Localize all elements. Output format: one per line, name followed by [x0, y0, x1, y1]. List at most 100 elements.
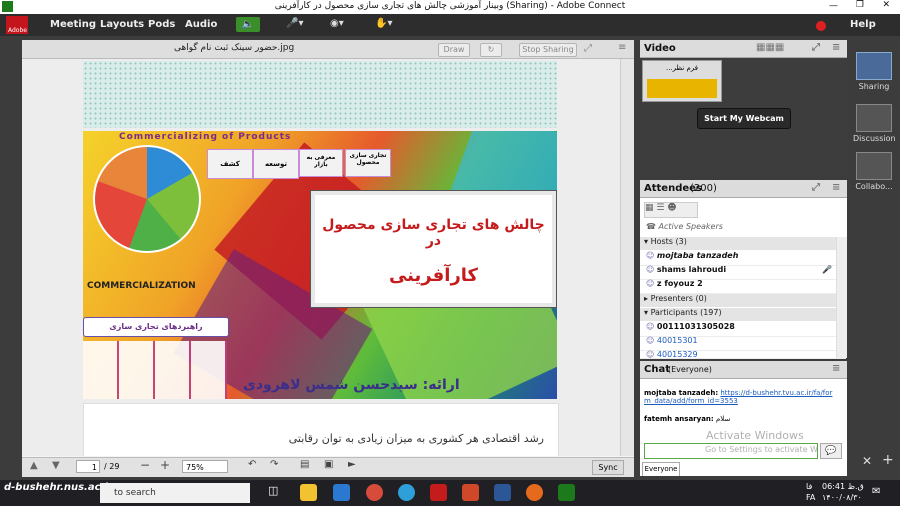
video-layout-icon[interactable]: ▦▦▦: [756, 42, 784, 53]
video-pod: Video ▦▦▦ ⤢ ≡ ...فرم نظر Start My Webcam: [640, 40, 847, 176]
participant-row[interactable]: ☺ 40015329: [640, 350, 846, 359]
host-row[interactable]: ☺ z foyouz 2: [640, 279, 846, 294]
adobe-connect-taskbar-icon[interactable]: [558, 484, 575, 501]
vertical-scrollbar[interactable]: [620, 59, 634, 456]
restore-icon[interactable]: ❐: [856, 0, 864, 10]
minimize-icon[interactable]: —: [829, 1, 838, 11]
record-indicator-icon[interactable]: [816, 21, 826, 31]
edge-icon[interactable]: [398, 484, 415, 501]
undo-icon[interactable]: ↶: [248, 459, 256, 470]
page-input[interactable]: 1: [76, 460, 100, 473]
adobe-label: Adobe: [8, 27, 27, 34]
start-webcam-button[interactable]: Start My Webcam: [697, 108, 791, 129]
taskbar-search[interactable]: to search: [100, 483, 250, 503]
clock-date[interactable]: ۱۴۰۰/۰۸/۳۰: [822, 493, 862, 502]
layout-thumb-icon: [856, 52, 892, 80]
mic-active-icon: 🎤: [822, 265, 832, 274]
next-slide-text: رشد اقتصادی هر کشوری به میزان زیادی به ت…: [288, 432, 544, 445]
hosts-section[interactable]: ▾ Hosts (3): [640, 237, 846, 250]
word-icon[interactable]: [494, 484, 511, 501]
close-icon[interactable]: ✕: [882, 0, 890, 10]
video-menu-icon[interactable]: ≡: [832, 42, 840, 53]
add-layout-icon[interactable]: +: [882, 452, 894, 468]
slide-banner: Commercializing of Products: [119, 132, 292, 142]
shrink-icon[interactable]: ✕: [862, 454, 872, 468]
webcam-icon[interactable]: ◉▾: [330, 18, 344, 29]
taskbar: d-bushehr.nus.ac.ir to search ◫ ✉ 06:41 …: [0, 480, 900, 506]
speaker-icon[interactable]: 🔈: [236, 17, 260, 32]
powerpoint-icon[interactable]: [462, 484, 479, 501]
menu-layouts[interactable]: Layouts: [100, 19, 144, 30]
attendees-pod-header: Attendees (200) ⤢ ≡: [640, 180, 847, 198]
menu-help[interactable]: Help: [850, 19, 876, 30]
layout-collaboration[interactable]: Collabo...: [853, 152, 895, 191]
menu-meeting[interactable]: Meeting: [50, 19, 96, 30]
draw-button[interactable]: Draw: [438, 43, 470, 57]
page-total: / 29: [104, 462, 120, 471]
chrome-icon[interactable]: [366, 484, 383, 501]
refresh-icon[interactable]: ↻: [480, 43, 502, 57]
pointer-icon[interactable]: ►: [348, 459, 356, 470]
task-view-icon[interactable]: ◫: [268, 484, 285, 501]
sync-button[interactable]: Sync: [592, 460, 624, 475]
mail-icon[interactable]: [333, 484, 350, 501]
chat-menu-icon[interactable]: ≡: [832, 363, 840, 374]
previous-slide: [83, 61, 557, 128]
fit-page-icon[interactable]: ▣: [324, 459, 333, 470]
stop-sharing-button[interactable]: Stop Sharing: [519, 43, 577, 57]
host-icon: ☺: [646, 265, 655, 274]
chat-message: fatemh ansaryan: سلام: [644, 415, 731, 423]
video-thumb[interactable]: ...فرم نظر: [642, 60, 722, 102]
zoom-select[interactable]: 75%: [182, 460, 228, 473]
speaker-status-icon: ☎: [646, 222, 656, 231]
fullscreen-icon[interactable]: ⤢: [584, 43, 592, 54]
prev-page-icon[interactable]: ▲: [30, 460, 38, 471]
file-explorer-icon[interactable]: [300, 484, 317, 501]
chat-tab-everyone[interactable]: Everyone: [642, 462, 680, 476]
firefox-icon[interactable]: [526, 484, 543, 501]
host-icon: ☺: [646, 279, 655, 288]
zoom-in-icon[interactable]: +: [160, 458, 170, 472]
slide-strategy-box: راهبردهای تجاری سازی: [83, 317, 229, 337]
layout-sharing[interactable]: Sharing: [853, 52, 895, 91]
host-row[interactable]: ☺ mojtaba tanzadeh: [640, 251, 846, 266]
fit-width-icon[interactable]: ▤: [300, 459, 309, 470]
next-page-icon[interactable]: ▼: [52, 460, 60, 471]
share-pod-header: حضور سینک ثبت نام گواهی.jpg Draw ↻ Stop …: [22, 40, 634, 59]
host-row[interactable]: ☺ shams lahroudi 🎤: [640, 265, 846, 280]
slide-title-box: چالش های تجاری سازی محصول در کارآفرینی: [311, 191, 556, 307]
lang-indicator[interactable]: FA: [806, 493, 815, 502]
zoom-out-icon[interactable]: −: [140, 458, 150, 472]
video-fullscreen-icon[interactable]: ⤢: [812, 42, 820, 53]
chat-input[interactable]: Go to Settings to activate Windows.: [644, 443, 818, 459]
attendees-scrollbar[interactable]: [836, 237, 847, 358]
share-pod-footer: ▲ ▼ 1 / 29 − + 75% ↶ ↷ ▤ ▣ ► Sync: [22, 457, 634, 477]
document-viewer[interactable]: Commercializing of Products کشف توسعه مع…: [22, 59, 634, 456]
raise-hand-icon[interactable]: ✋▾: [375, 18, 392, 29]
layout-discussion[interactable]: Discussion: [853, 104, 896, 143]
participants-section[interactable]: ▾ Participants (197): [640, 308, 846, 321]
next-slide: رشد اقتصادی هر کشوری به میزان زیادی به ت…: [83, 403, 559, 456]
menu-audio[interactable]: Audio: [185, 19, 217, 30]
notification-icon[interactable]: ✉: [872, 486, 880, 497]
participant-row[interactable]: ☺ 40015301: [640, 336, 846, 351]
presenters-section[interactable]: ▸ Presenters (0): [640, 294, 846, 307]
menu-pods[interactable]: Pods: [148, 19, 175, 30]
attendees-menu-icon[interactable]: ≡: [832, 182, 840, 193]
clock-time[interactable]: 06:41 ق.ظ: [822, 482, 864, 491]
participant-icon: ☺: [646, 350, 655, 359]
attendees-view-toggle[interactable]: ▦ ☰ ☻: [644, 202, 698, 218]
lang-indicator-alt[interactable]: فا: [806, 482, 812, 491]
redo-icon[interactable]: ↷: [270, 459, 278, 470]
current-slide: Commercializing of Products کشف توسعه مع…: [83, 131, 557, 399]
pod-menu-icon[interactable]: ≡: [618, 42, 626, 53]
acrobat-icon[interactable]: [430, 484, 447, 501]
active-speakers-row: ☎ Active Speakers: [646, 222, 723, 231]
participant-row[interactable]: ☺ 00111031305028: [640, 322, 846, 337]
attendees-fullscreen-icon[interactable]: ⤢: [812, 182, 820, 193]
slide-strategy-grid: [83, 341, 227, 399]
window-titlebar: وبینار آموزشی چالش های تجاری سازی محصول …: [0, 0, 900, 15]
mic-icon[interactable]: 🎤▾: [286, 18, 303, 29]
send-icon[interactable]: 💬: [820, 443, 842, 459]
slide-title-line2: کارآفرینی: [388, 265, 479, 286]
